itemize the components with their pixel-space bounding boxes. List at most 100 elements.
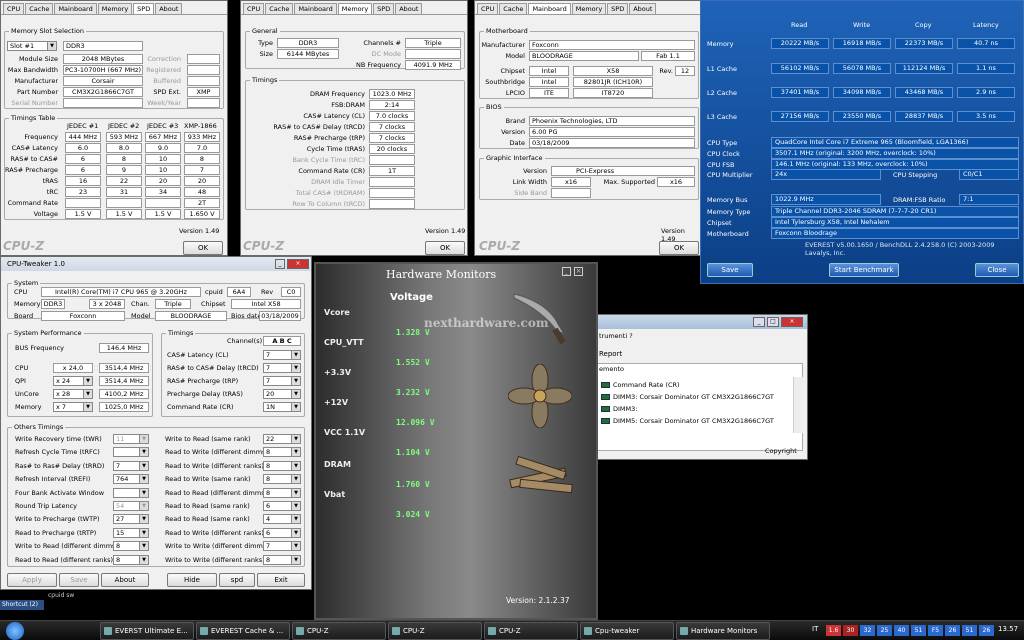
save-button[interactable]: Save (707, 263, 753, 277)
timing-select[interactable]: 7 (263, 376, 301, 386)
tab-memory[interactable]: Memory (97, 3, 133, 14)
other-timing-select[interactable]: 15 (113, 527, 149, 538)
other-timing-select[interactable]: 22 (263, 434, 301, 444)
tray-icon[interactable]: 26 (945, 625, 960, 636)
tab-cache[interactable]: Cache (499, 3, 528, 14)
other-timing-select[interactable]: 764 (113, 474, 149, 485)
spd-button[interactable]: spd (219, 573, 255, 587)
other-timing-select[interactable] (113, 487, 149, 498)
tab-about[interactable]: About (395, 3, 423, 14)
tab-mainboard[interactable]: Mainboard (54, 3, 97, 14)
tab-cpu[interactable]: CPU (3, 3, 25, 14)
desktop-icon-cpuid[interactable]: cpuid sw (48, 592, 74, 599)
other-timing-select[interactable]: 54 (113, 501, 149, 511)
other-timing-select[interactable] (113, 447, 149, 458)
tray-icon[interactable]: 51 (962, 625, 977, 636)
other-timing-select[interactable]: 8 (113, 554, 149, 565)
apply-button[interactable]: Apply (7, 573, 57, 587)
uncore-multiplier-select[interactable]: x 28 (53, 389, 93, 399)
other-timing-select[interactable]: 27 (113, 514, 149, 525)
tray-icon[interactable]: 40 (894, 625, 909, 636)
slot-select[interactable]: Slot #1 (7, 41, 57, 51)
tab-spd[interactable]: SPD (133, 3, 155, 14)
other-timing-select[interactable]: 7 (113, 460, 149, 471)
chan-label: Chan. (131, 300, 150, 308)
taskbar-item[interactable]: CPU-Z (292, 622, 386, 640)
taskbar-item[interactable]: EVERST Ultimate E... (100, 622, 194, 640)
timing-select[interactable]: 7 (263, 363, 301, 373)
channels-label: Channels # (363, 39, 401, 47)
timing-value (369, 188, 415, 198)
ok-button[interactable]: OK (659, 241, 699, 255)
taskbar-item[interactable]: CPU-Z (388, 622, 482, 640)
timing-cell: 667 MHz (145, 132, 181, 142)
taskbar-item[interactable]: EVEREST Cache & ... (196, 622, 290, 640)
tray-icon[interactable]: 26 (979, 625, 994, 636)
list-item[interactable]: DIMM3: Corsair Dominator GT CM3X2G1866C7… (613, 393, 774, 401)
ok-button[interactable]: OK (183, 241, 223, 255)
hide-button[interactable]: Hide (167, 573, 217, 587)
menu-bar[interactable]: trumenti ? (599, 332, 633, 340)
other-timing-select[interactable]: 8 (113, 541, 149, 552)
timing-select[interactable]: 1N (263, 402, 301, 412)
tab-cpu[interactable]: CPU (243, 3, 265, 14)
close-button[interactable]: Close (975, 263, 1019, 277)
start-benchmark-button[interactable]: Start Benchmark (829, 263, 899, 277)
list-item[interactable]: Command Rate (CR) (613, 381, 680, 389)
close-icon[interactable]: × (287, 259, 309, 269)
other-timing-select[interactable]: 8 (263, 487, 301, 498)
tab-mainboard[interactable]: Mainboard (294, 3, 337, 14)
tab-cpu[interactable]: CPU (477, 3, 499, 14)
timing-select[interactable]: 20 (263, 389, 301, 399)
tab-memory[interactable]: Memory (571, 3, 607, 14)
minimize-icon[interactable]: _ (562, 267, 571, 276)
tab-cache[interactable]: Cache (25, 3, 54, 14)
scrollbar[interactable] (793, 377, 803, 433)
clock[interactable]: 13.57 (998, 625, 1018, 633)
list-item[interactable]: DIMM5: Corsair Dominator GT CM3X2G1866C7… (613, 417, 774, 425)
other-timing-select[interactable]: 8 (263, 447, 301, 458)
other-timing-select[interactable]: 7 (263, 541, 301, 552)
close-icon[interactable]: × (574, 267, 583, 276)
tray-icon[interactable]: 30 (843, 625, 858, 636)
report-button[interactable]: Report (599, 350, 622, 358)
tab-mainboard[interactable]: Mainboard (528, 3, 571, 14)
tray-icon[interactable]: F5 (928, 625, 943, 636)
desktop-icon-shortcut[interactable]: Shortcut (2) (0, 600, 44, 610)
other-timing-select[interactable]: 4 (263, 514, 301, 525)
tray-icon[interactable]: 25 (877, 625, 892, 636)
save-button[interactable]: Save (59, 573, 99, 587)
taskbar-item[interactable]: CPU-Z (484, 622, 578, 640)
list-item[interactable]: DIMM3: (613, 405, 637, 413)
maximize-icon[interactable]: □ (767, 317, 779, 327)
language-indicator[interactable]: IT (812, 625, 818, 633)
close-icon[interactable]: × (781, 317, 803, 327)
about-button[interactable]: About (101, 573, 149, 587)
start-orb-icon[interactable] (6, 622, 24, 640)
tab-memory[interactable]: Memory (337, 3, 373, 14)
tab-cache[interactable]: Cache (265, 3, 294, 14)
other-timing-select[interactable]: 8 (263, 460, 301, 471)
taskbar-item[interactable]: Hardware Monitors (676, 622, 770, 640)
other-timing-select[interactable]: 11 (113, 434, 149, 444)
channels-value[interactable]: A B C (263, 336, 301, 346)
other-timing-select[interactable]: 8 (263, 474, 301, 485)
taskbar-item[interactable]: Cpu-tweaker (580, 622, 674, 640)
memory-multiplier-select[interactable]: x 7 (53, 402, 93, 412)
other-timing-select[interactable]: 8 (263, 554, 301, 565)
tray-icon[interactable]: 51 (911, 625, 926, 636)
tab-spd[interactable]: SPD (373, 3, 395, 14)
other-timing-select[interactable]: 6 (263, 501, 301, 511)
ok-button[interactable]: OK (425, 241, 465, 255)
tab-spd[interactable]: SPD (607, 3, 629, 14)
exit-button[interactable]: Exit (257, 573, 305, 587)
tab-about[interactable]: About (155, 3, 183, 14)
tray-icon[interactable]: 1.6 (826, 625, 841, 636)
other-timing-select[interactable]: 6 (263, 527, 301, 538)
tray-icon[interactable]: 32 (860, 625, 875, 636)
minimize-icon[interactable]: _ (753, 317, 765, 327)
tab-about[interactable]: About (629, 3, 657, 14)
minimize-icon[interactable]: _ (275, 259, 285, 269)
qpi-multiplier-select[interactable]: x 24 (53, 376, 93, 386)
timing-select[interactable]: 7 (263, 350, 301, 360)
